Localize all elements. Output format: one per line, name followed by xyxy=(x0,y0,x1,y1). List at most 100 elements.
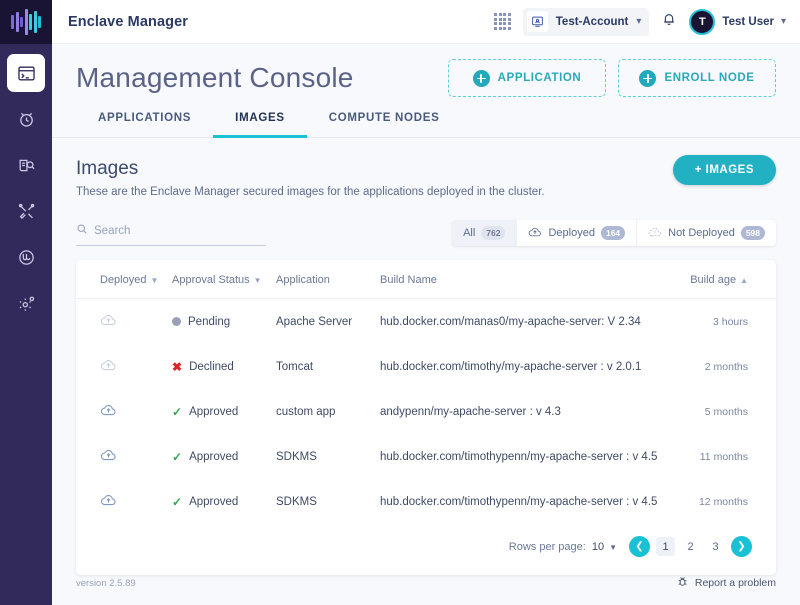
cell-approval-status: ✖ Declined xyxy=(172,344,276,389)
filter-chip-not-deployed-count: 598 xyxy=(740,226,765,240)
column-header-build-age-label: Build age xyxy=(690,274,737,286)
table-row[interactable]: ✓ Approved SDKMS hub.docker.com/timothyp… xyxy=(76,479,776,524)
table-head: Deployed ▼ Approval Status ▼ Application B… xyxy=(76,260,776,299)
sidebar-item-alerts[interactable] xyxy=(7,100,45,138)
status-approved-icon: ✓ xyxy=(172,494,183,509)
version-label: version 2.5.89 xyxy=(76,577,136,589)
cell-build-name: hub.docker.com/timothy/my-apache-server … xyxy=(380,360,642,373)
table-row[interactable]: ✓ Approved SDKMS hub.docker.com/timothyp… xyxy=(76,434,776,479)
tab-images[interactable]: IMAGES xyxy=(213,112,307,138)
app-logo[interactable] xyxy=(0,0,52,44)
column-header-deployed-label: Deployed xyxy=(100,274,147,286)
topbar: Enclave Manager Test-Account ▾ T Test Us… xyxy=(52,0,800,44)
pagination-page-1[interactable]: 1 xyxy=(656,537,675,556)
section-header: Images These are the Enclave Manager sec… xyxy=(52,138,800,198)
search-input[interactable] xyxy=(94,225,266,237)
bell-icon[interactable] xyxy=(661,11,677,32)
filter-chip-deployed-count: 164 xyxy=(600,226,626,240)
cloud-upload-outline-icon xyxy=(100,315,117,330)
filter-chip-all-count: 762 xyxy=(481,226,506,240)
header-actions: APPLICATION ENROLL NODE xyxy=(448,59,776,97)
filter-chip-not-deployed[interactable]: Not Deployed 598 xyxy=(637,220,776,246)
table-row[interactable]: ✓ Approved custom app andypenn/my-apache… xyxy=(76,389,776,434)
sidebar-item-tools[interactable] xyxy=(7,192,45,230)
pagination-next-button[interactable]: ❯ xyxy=(731,536,752,557)
topbar-right: Test-Account ▾ T Test User ▾ xyxy=(493,7,786,36)
pagination-page-3[interactable]: 3 xyxy=(706,537,725,556)
audit-log-icon xyxy=(17,156,36,175)
cell-build-name: andypenn/my-apache-server : v 4.3 xyxy=(380,405,561,418)
sidebar-nav xyxy=(0,54,52,330)
cell-approval-status: ✓ Approved xyxy=(172,389,276,434)
chevron-down-icon: ▼ xyxy=(609,542,617,552)
cell-application: Apache Server xyxy=(276,315,353,328)
console-icon xyxy=(17,64,36,83)
tab-applications[interactable]: APPLICATIONS xyxy=(76,112,213,138)
sidebar-item-console[interactable] xyxy=(7,54,45,92)
enroll-node-button[interactable]: ENROLL NODE xyxy=(618,59,776,97)
chevron-down-icon: ▾ xyxy=(636,15,642,27)
filter-chip-deployed[interactable]: Deployed 164 xyxy=(517,220,638,246)
cell-approval-status: Pending xyxy=(172,299,276,345)
tab-compute-nodes[interactable]: COMPUTE NODES xyxy=(307,112,462,138)
rows-per-page[interactable]: Rows per page: 10 ▼ xyxy=(509,541,617,553)
add-application-button[interactable]: APPLICATION xyxy=(448,59,606,97)
search-icon xyxy=(76,222,88,240)
user-menu[interactable]: T Test User ▾ xyxy=(689,8,786,35)
search-field[interactable] xyxy=(76,222,266,246)
table-row[interactable]: Pending Apache Server hub.docker.com/man… xyxy=(76,299,776,345)
cell-approval-status: ✓ Approved xyxy=(172,434,276,479)
report-problem-link[interactable]: Report a problem xyxy=(676,575,776,591)
tools-icon xyxy=(17,202,36,221)
column-header-application[interactable]: Application xyxy=(276,260,380,299)
account-tile-icon xyxy=(526,11,548,32)
app-grid-icon[interactable] xyxy=(493,13,511,30)
sidebar-item-settings[interactable] xyxy=(7,284,45,322)
column-header-build-age[interactable]: Build age ▲ xyxy=(658,260,776,299)
pagination-page-2[interactable]: 2 xyxy=(681,537,700,556)
rows-per-page-label: Rows per page: xyxy=(508,540,586,553)
cloud-upload-outline-icon xyxy=(100,360,117,375)
filter-chip-deployed-label: Deployed xyxy=(548,227,595,239)
account-selector[interactable]: Test-Account ▾ xyxy=(522,7,650,36)
status-label: Pending xyxy=(188,315,231,328)
column-header-approval-status[interactable]: Approval Status ▼ xyxy=(172,260,276,299)
user-circle-icon xyxy=(17,248,36,267)
cell-application: SDKMS xyxy=(276,495,317,508)
cell-application: custom app xyxy=(276,405,336,418)
status-label: Approved xyxy=(189,405,239,418)
cloud-dashed-icon xyxy=(648,226,662,241)
rows-per-page-value: 10 xyxy=(591,540,605,553)
add-images-button[interactable]: + IMAGES xyxy=(672,155,776,185)
status-label: Declined xyxy=(189,360,234,373)
settings-gear-icon xyxy=(17,294,36,313)
status-approved-icon: ✓ xyxy=(172,449,183,464)
cell-application: Tomcat xyxy=(276,360,314,373)
sidebar-item-audit-log[interactable] xyxy=(7,146,45,184)
chevron-up-icon: ▲ xyxy=(740,276,748,285)
column-header-deployed[interactable]: Deployed ▼ xyxy=(76,260,172,299)
chevron-down-icon: ▼ xyxy=(253,276,262,285)
cell-deployed xyxy=(76,344,172,389)
plus-circle-icon xyxy=(639,69,657,87)
table-row[interactable]: ✖ Declined Tomcat hub.docker.com/timothy… xyxy=(76,344,776,389)
status-approved-icon: ✓ xyxy=(172,404,183,419)
pagination-prev-button[interactable]: ❮ xyxy=(629,536,650,557)
filter-chip-all[interactable]: All 762 xyxy=(452,220,518,246)
section-subtitle: These are the Enclave Manager secured im… xyxy=(76,186,545,198)
cloud-upload-icon xyxy=(100,495,117,510)
column-header-approval-status-label: Approval Status xyxy=(172,274,250,286)
app-root: Enclave Manager Test-Account ▾ T Test Us… xyxy=(0,0,800,605)
tab-bar: APPLICATIONS IMAGES COMPUTE NODES xyxy=(52,94,800,138)
cloud-upload-icon xyxy=(100,405,117,420)
sidebar-item-accounts[interactable] xyxy=(7,238,45,276)
cell-build-age: 2 months xyxy=(704,360,748,373)
cell-deployed xyxy=(76,479,172,524)
column-header-build-name[interactable]: Build Name xyxy=(380,260,658,299)
plus-circle-icon xyxy=(472,69,490,87)
filter-row: All 762 Deployed 164 xyxy=(52,198,800,246)
chevron-down-icon: ▼ xyxy=(150,276,159,285)
cell-build-name: hub.docker.com/timothypenn/my-apache-ser… xyxy=(380,495,658,508)
cell-deployed xyxy=(76,434,172,479)
page-header: Management Console APPLICATION ENROLL NO… xyxy=(52,44,800,97)
